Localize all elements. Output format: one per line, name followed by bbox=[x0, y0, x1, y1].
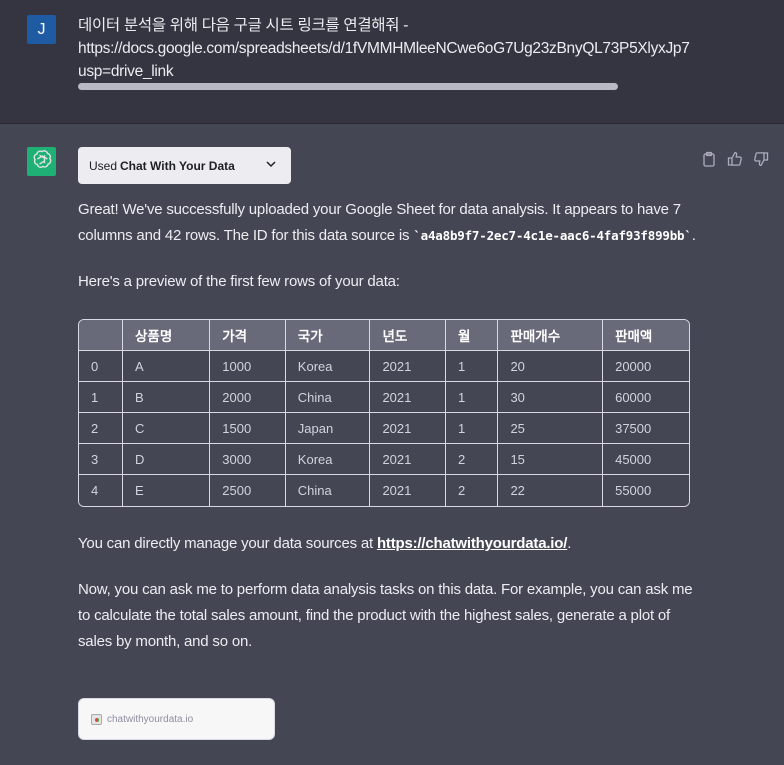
data-source-id: `a4a8b9f7-2ec7-4c1e-aac6-4faf93f899bb` bbox=[413, 228, 692, 243]
link-card-domain: chatwithyourdata.io bbox=[107, 713, 194, 725]
table-cell: 30 bbox=[498, 382, 604, 413]
table-cell: 25 bbox=[498, 413, 604, 444]
table-cell: 2021 bbox=[370, 475, 446, 506]
table-row: 3 D 3000 Korea 2021 2 15 45000 bbox=[79, 444, 689, 475]
thumbs-down-icon[interactable] bbox=[753, 151, 771, 169]
thumbs-up-icon[interactable] bbox=[727, 151, 745, 169]
table-header-cell: 년도 bbox=[370, 320, 446, 351]
table-cell: 0 bbox=[79, 351, 123, 382]
table-cell: 4 bbox=[79, 475, 123, 506]
assistant-message: Great! We've successfully uploaded your … bbox=[78, 197, 698, 655]
table-cell: C bbox=[123, 413, 211, 444]
table-cell: 2021 bbox=[370, 444, 446, 475]
user-message: 데이터 분석을 위해 다음 구글 시트 링크를 연결해줘 - https://d… bbox=[78, 14, 690, 94]
manage-paragraph: You can directly manage your data source… bbox=[78, 531, 698, 557]
horizontal-scrollbar[interactable] bbox=[78, 83, 618, 90]
manage-text: You can directly manage your data source… bbox=[78, 535, 377, 552]
table-cell: Korea bbox=[285, 351, 371, 382]
link-preview-card[interactable]: chatwithyourdata.io bbox=[78, 698, 275, 740]
table-cell: 2000 bbox=[210, 382, 286, 413]
plugin-used-label: Used bbox=[89, 158, 118, 173]
user-avatar: J bbox=[27, 15, 56, 44]
table-header-cell: 판매액 bbox=[603, 320, 689, 351]
table-cell: 1 bbox=[446, 413, 499, 444]
table-cell: 20 bbox=[498, 351, 604, 382]
manage-link[interactable]: https://chatwithyourdata.io/ bbox=[377, 535, 567, 552]
data-preview-table: 상품명 가격 국가 년도 월 판매개수 판매액 0 A 1000 Korea 2021 1 20 2000… bbox=[78, 319, 690, 507]
table-row: 1 B 2000 China 2021 1 30 60000 bbox=[79, 382, 689, 413]
table-cell: D bbox=[123, 444, 211, 475]
user-message-line: usp=drive_link bbox=[78, 63, 174, 80]
user-message-section: J 데이터 분석을 위해 다음 구글 시트 링크를 연결해줘 - https:/… bbox=[0, 0, 784, 124]
table-header-cell: 상품명 bbox=[123, 320, 211, 351]
table-cell: 3000 bbox=[210, 444, 286, 475]
copy-icon[interactable] bbox=[701, 151, 719, 169]
manage-end: . bbox=[567, 535, 572, 552]
table-cell: E bbox=[123, 475, 211, 506]
table-header-cell: 월 bbox=[446, 320, 499, 351]
openai-logo-icon bbox=[32, 149, 52, 174]
table-cell: 37500 bbox=[603, 413, 689, 444]
table-cell: 1000 bbox=[210, 351, 286, 382]
table-cell: A bbox=[123, 351, 211, 382]
table-header-row: 상품명 가격 국가 년도 월 판매개수 판매액 bbox=[79, 320, 689, 351]
table-cell: 45000 bbox=[603, 444, 689, 475]
chevron-down-icon bbox=[265, 158, 277, 173]
table-cell: 1 bbox=[79, 382, 123, 413]
table-cell: 1 bbox=[446, 351, 499, 382]
table-cell: 2500 bbox=[210, 475, 286, 506]
table-row: 4 E 2500 China 2021 2 22 55000 bbox=[79, 475, 689, 506]
table-cell: 2 bbox=[446, 444, 499, 475]
table-row: 0 A 1000 Korea 2021 1 20 20000 bbox=[79, 351, 689, 382]
intro-paragraph: Great! We've successfully uploaded your … bbox=[78, 197, 698, 249]
table-header-cell: 가격 bbox=[210, 320, 286, 351]
table-cell: Japan bbox=[285, 413, 371, 444]
table-header-cell: 판매개수 bbox=[498, 320, 604, 351]
intro-end: . bbox=[691, 227, 696, 244]
message-actions bbox=[701, 151, 771, 169]
table-header-cell: 국가 bbox=[285, 320, 371, 351]
assistant-message-section: Used Chat With Your Data Great! We've su… bbox=[0, 125, 784, 765]
table-cell: 2021 bbox=[370, 382, 446, 413]
plugin-name: Chat With Your Data bbox=[120, 158, 235, 173]
user-message-url: https://docs.google.com/spreadsheets/d/1… bbox=[78, 40, 690, 57]
plugin-used-toggle[interactable]: Used Chat With Your Data bbox=[78, 147, 291, 184]
table-cell: China bbox=[285, 475, 371, 506]
table-cell: 55000 bbox=[603, 475, 689, 506]
favicon-icon bbox=[91, 713, 102, 725]
table-header-cell bbox=[79, 320, 123, 351]
table-cell: 2021 bbox=[370, 413, 446, 444]
table-cell: 3 bbox=[79, 444, 123, 475]
table-cell: 1 bbox=[446, 382, 499, 413]
table-cell: Korea bbox=[285, 444, 371, 475]
next-steps-paragraph: Now, you can ask me to perform data anal… bbox=[78, 581, 693, 650]
table-cell: 2 bbox=[446, 475, 499, 506]
assistant-avatar bbox=[27, 147, 56, 176]
table-cell: 15 bbox=[498, 444, 604, 475]
table-cell: 2021 bbox=[370, 351, 446, 382]
table-cell: 20000 bbox=[603, 351, 689, 382]
table-cell: China bbox=[285, 382, 371, 413]
table-cell: 60000 bbox=[603, 382, 689, 413]
table-cell: 2 bbox=[79, 413, 123, 444]
table-cell: B bbox=[123, 382, 211, 413]
user-message-line: 데이터 분석을 위해 다음 구글 시트 링크를 연결해줘 - bbox=[78, 17, 409, 34]
preview-paragraph: Here's a preview of the first few rows o… bbox=[78, 273, 400, 290]
table-cell: 22 bbox=[498, 475, 604, 506]
table-row: 2 C 1500 Japan 2021 1 25 37500 bbox=[79, 413, 689, 444]
table-cell: 1500 bbox=[210, 413, 286, 444]
